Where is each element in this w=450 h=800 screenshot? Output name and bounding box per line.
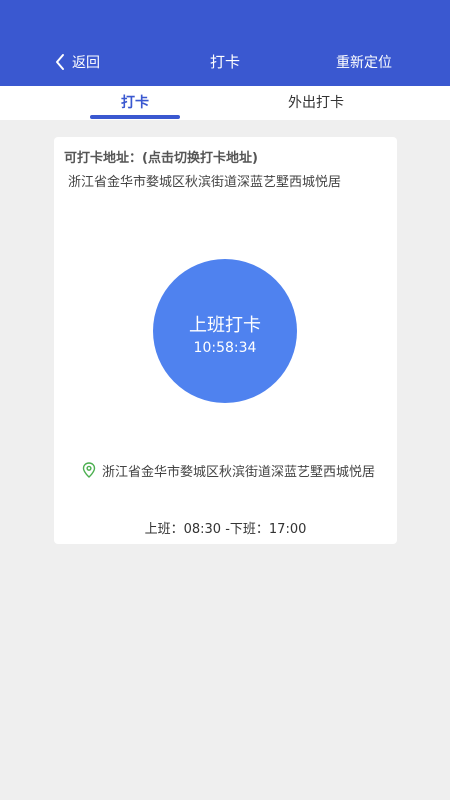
work-hours: 上班：08:30 -下班：17:00 — [144, 522, 307, 537]
punch-in-label: 上班打卡 — [189, 315, 261, 336]
current-location-text: 浙江省金华市婺城区秋滨街道深蓝艺墅西城悦居 — [102, 464, 376, 480]
punch-card: 可打卡地址：(点击切换打卡地址) 浙江省金华市婺城区秋滨街道深蓝艺墅西城悦居 上… — [54, 137, 397, 544]
switch-address-link[interactable]: 可打卡地址：(点击切换打卡地址) — [64, 147, 258, 166]
tab-outside-punch[interactable]: 外出打卡 — [270, 86, 362, 120]
current-location: 浙江省金华市婺城区秋滨街道深蓝艺墅西城悦居 — [82, 460, 375, 480]
relocate-button[interactable]: 重新定位 — [336, 52, 392, 72]
current-time: 10:58:34 — [193, 340, 257, 356]
active-tab-indicator — [90, 115, 180, 119]
tab-bar: 打卡 外出打卡 — [0, 86, 450, 120]
top-app-bar: 返回 打卡 重新定位 — [0, 0, 450, 86]
punch-in-button[interactable]: 上班打卡 10:58:34 — [153, 259, 297, 403]
map-pin-icon — [82, 462, 96, 478]
punch-address: 浙江省金华市婺城区秋滨街道深蓝艺墅西城悦居 — [68, 175, 342, 190]
